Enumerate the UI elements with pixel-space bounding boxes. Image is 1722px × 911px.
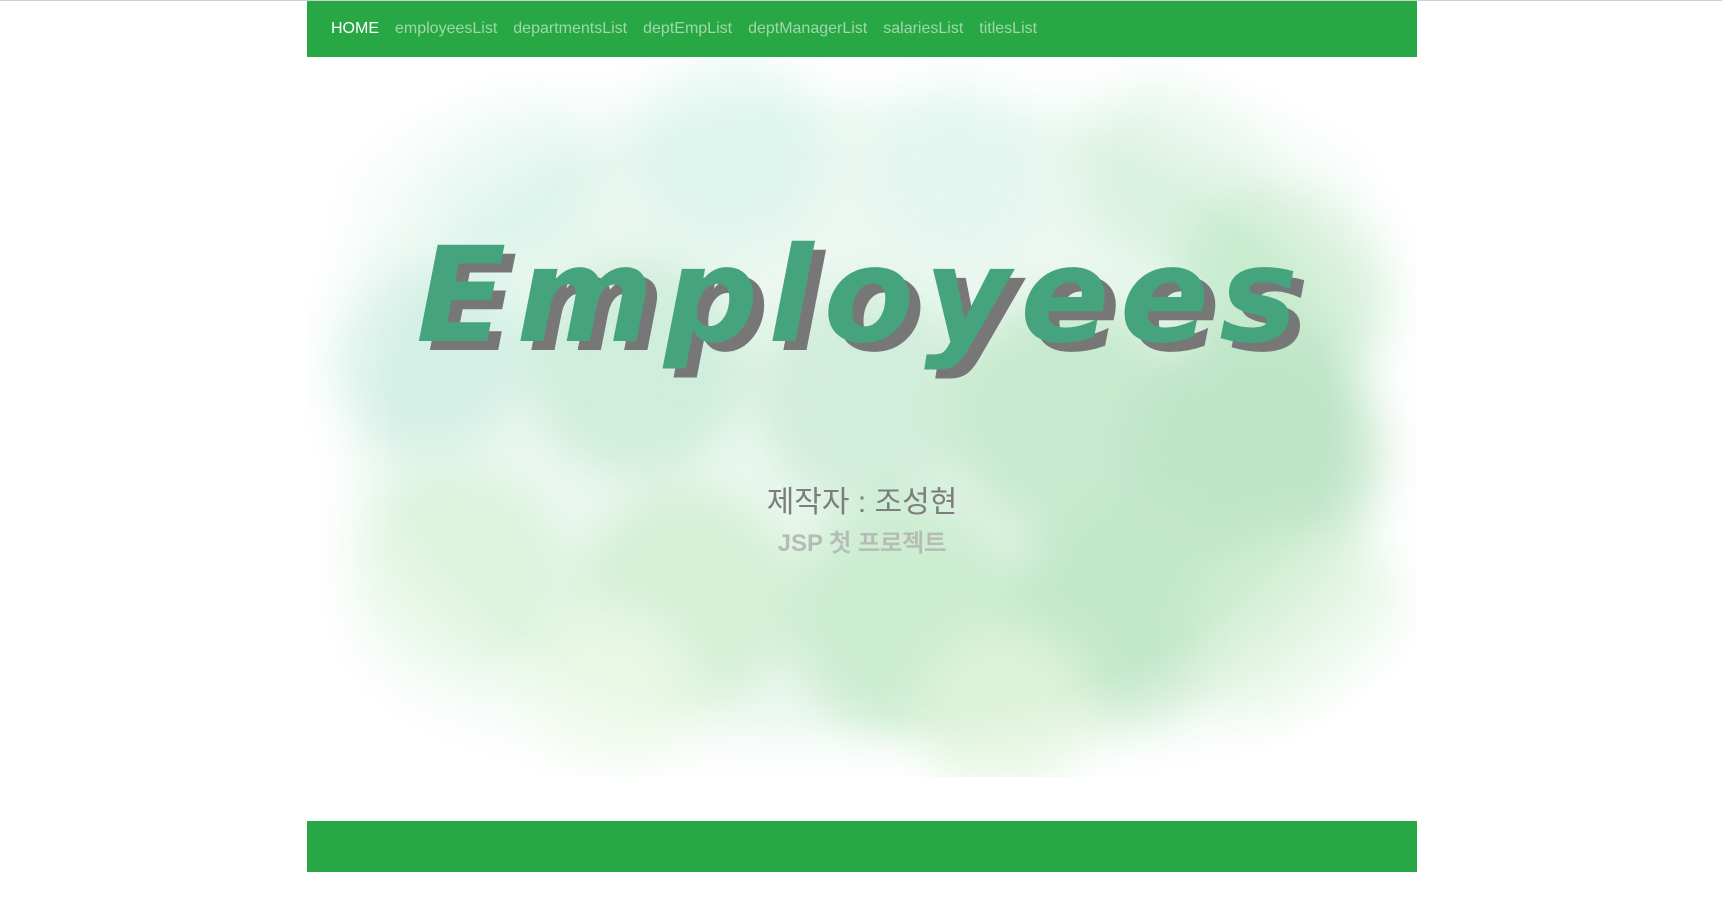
nav-dept-emp-list-link[interactable]: deptEmpList: [643, 20, 732, 38]
footer-bar: [307, 821, 1417, 872]
hero-title: Employees: [416, 219, 1308, 373]
hero-banner: Employees 제작자 : 조성현 JSP 첫 프로젝트: [307, 57, 1417, 777]
hero-background-image: [307, 57, 1417, 777]
nav-home-link[interactable]: HOME: [331, 20, 379, 38]
nav-titles-list-link[interactable]: titlesList: [979, 20, 1037, 38]
hero-author: 제작자 : 조성현: [766, 486, 958, 519]
nav-departments-list-link[interactable]: departmentsList: [513, 20, 627, 38]
nav-dept-manager-list-link[interactable]: deptManagerList: [748, 20, 867, 38]
hero-subtitle: JSP 첫 프로젝트: [777, 530, 947, 557]
nav-salaries-list-link[interactable]: salariesList: [883, 20, 963, 38]
top-navbar: HOME employeesList departmentsList deptE…: [307, 1, 1417, 57]
nav-employees-list-link[interactable]: employeesList: [395, 20, 497, 38]
